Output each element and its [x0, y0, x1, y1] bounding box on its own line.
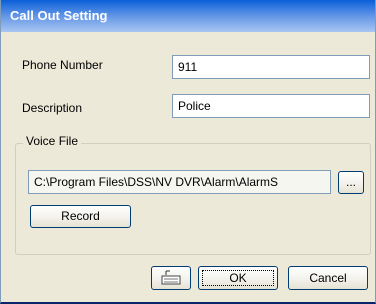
cancel-button-label: Cancel [309, 271, 347, 285]
call-out-setting-dialog: Call Out Setting Phone Number 911 Descri… [0, 0, 376, 304]
phone-number-input[interactable]: 911 [172, 55, 370, 79]
voice-file-group [15, 143, 371, 255]
description-label: Description [22, 101, 83, 115]
record-button-label: Record [61, 209, 100, 223]
cancel-button[interactable]: Cancel [288, 266, 368, 290]
browse-button-label: ... [345, 175, 356, 189]
browse-button[interactable]: ... [338, 171, 364, 194]
record-button[interactable]: Record [30, 205, 131, 228]
phone-number-label: Phone Number [22, 58, 103, 72]
keyboard-icon [161, 270, 181, 285]
dialog-title: Call Out Setting [10, 8, 108, 23]
voice-file-path-input[interactable]: C:\Program Files\DSS\NV DVR\Alarm\AlarmS [28, 170, 331, 194]
voice-file-group-label: Voice File [23, 134, 82, 148]
ok-button-label: OK [229, 271, 247, 285]
title-bar[interactable]: Call Out Setting [1, 0, 375, 32]
keyboard-button[interactable] [151, 266, 191, 290]
description-input[interactable]: Police [172, 94, 370, 118]
ok-button[interactable]: OK [198, 266, 278, 290]
